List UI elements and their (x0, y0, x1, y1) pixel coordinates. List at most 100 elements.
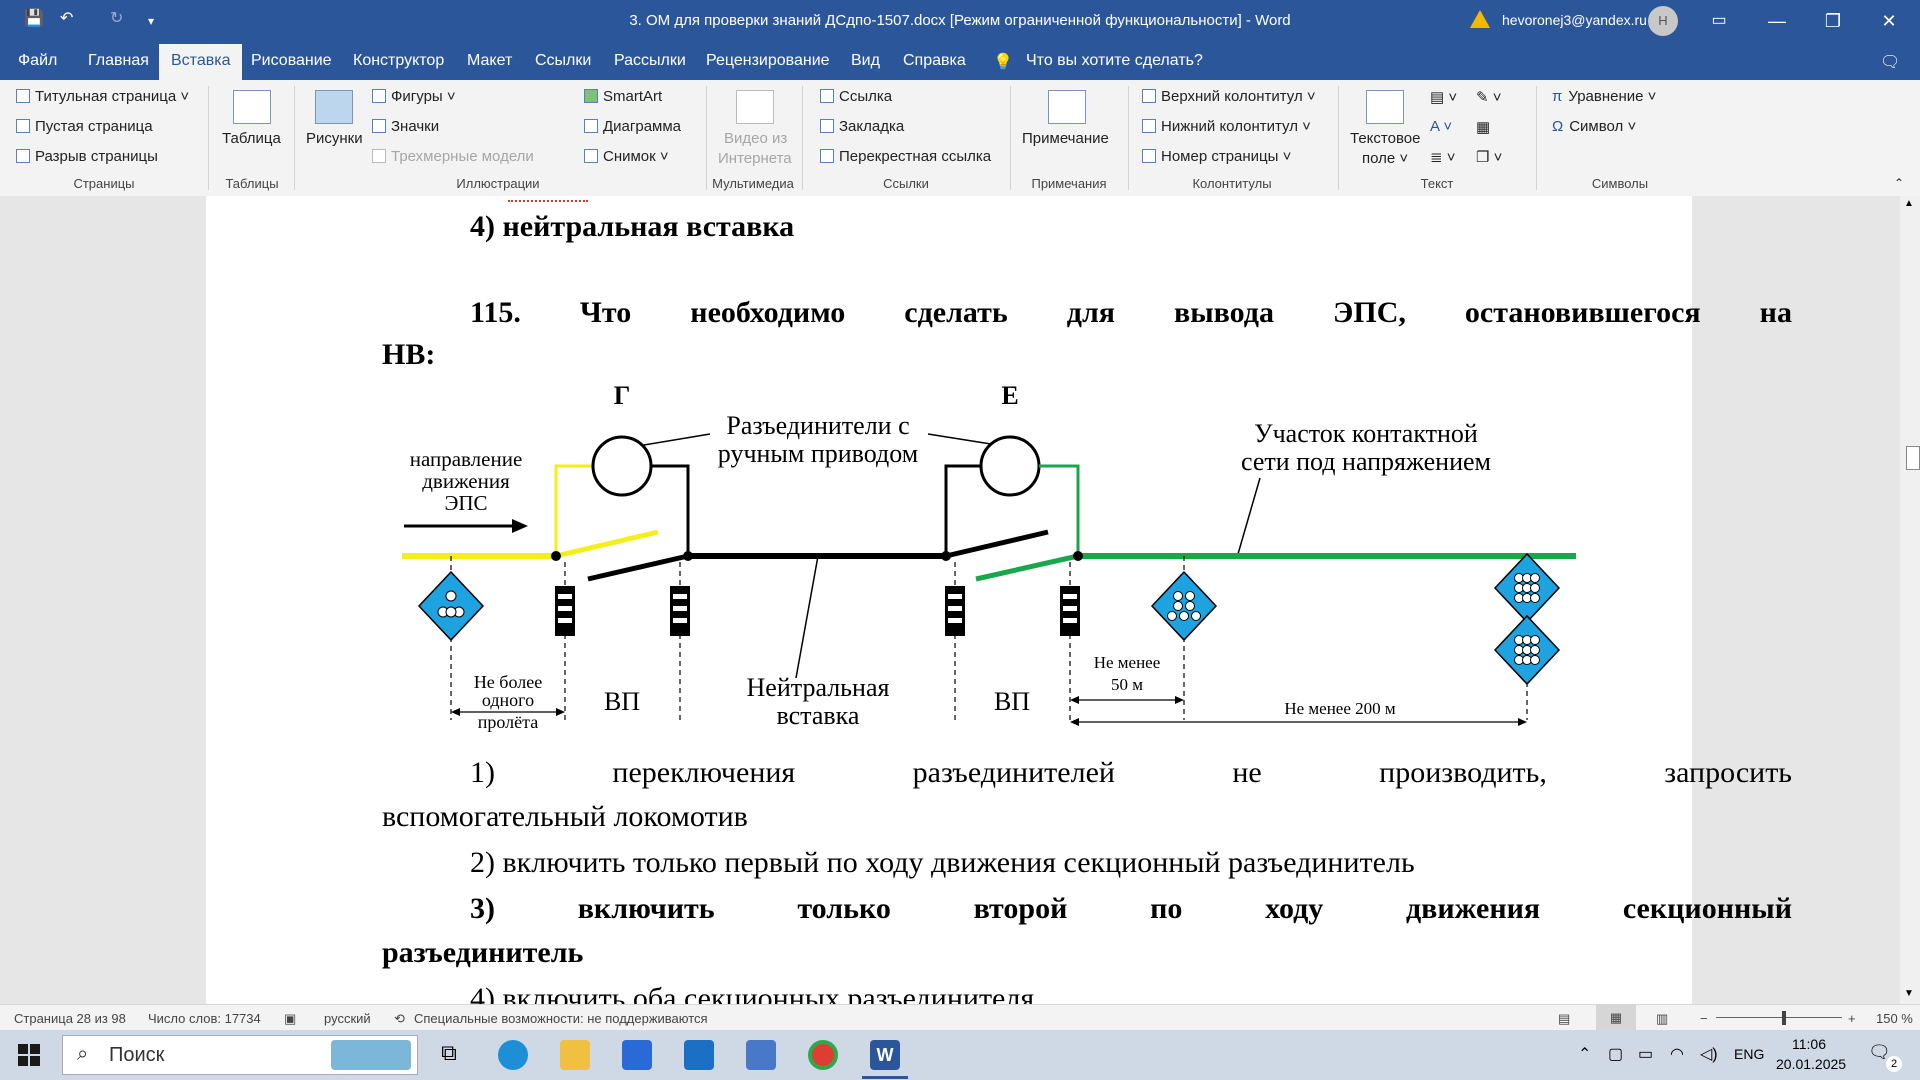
arrow-icon (512, 519, 528, 533)
blank-page-button[interactable]: Пустая страница (16, 118, 153, 135)
tray-chevron-icon[interactable]: ⌃ (1578, 1044, 1591, 1064)
read-mode-icon[interactable]: ▤ (1558, 1011, 1570, 1027)
answer-3-line-1: 3) включить только второй по ходу движен… (470, 892, 1792, 925)
comments-icon[interactable]: 🗨 (1880, 52, 1900, 72)
mail-icon[interactable] (684, 1040, 714, 1070)
online-video-label-1[interactable]: Видео из (724, 130, 787, 147)
collapse-ribbon-icon[interactable]: ⌃ (1894, 176, 1904, 190)
signature-line-icon[interactable]: ✎ ˅ (1476, 88, 1502, 106)
search-icon: ⌕ (77, 1043, 89, 1065)
cross-reference-button[interactable]: Перекрестная ссылка (820, 148, 991, 165)
drop-cap-icon[interactable]: ≣ ˅ (1430, 148, 1456, 166)
vertical-scrollbar[interactable]: ▲ ▼ (1900, 196, 1920, 1004)
scrollbar-thumb[interactable] (1906, 446, 1920, 470)
tell-me-search[interactable]: Что вы хотите сделать? (1026, 52, 1203, 70)
group-label-links: Ссылки (883, 176, 929, 191)
taskbar-search[interactable]: ⌕ Поиск (62, 1035, 418, 1075)
proofing-icon[interactable]: ▣ (284, 1011, 296, 1027)
meet-icon[interactable]: ▢ (1608, 1044, 1623, 1064)
print-layout-icon[interactable]: ▦ (1596, 1005, 1636, 1031)
disconnectors-label-1: Разъединители с (726, 411, 909, 440)
store-icon[interactable] (622, 1040, 652, 1070)
vp-right-label: ВП (994, 687, 1030, 716)
scroll-down-icon[interactable]: ▼ (1904, 988, 1914, 999)
edge-icon[interactable] (498, 1040, 528, 1070)
zoom-level[interactable]: 150 % (1876, 1011, 1913, 1026)
task-view-icon[interactable]: ⧉ (434, 1040, 464, 1070)
tab-references[interactable]: Ссылки (535, 52, 591, 70)
tab-file[interactable]: Файл (18, 52, 57, 70)
tab-draw[interactable]: Рисование (251, 52, 332, 70)
icons-button[interactable]: Значки (372, 118, 439, 135)
page-counter[interactable]: Страница 28 из 98 (14, 1011, 126, 1026)
input-language[interactable]: ENG (1734, 1046, 1764, 1062)
file-explorer-icon[interactable] (560, 1040, 590, 1070)
page-break-button[interactable]: Разрыв страницы (16, 148, 158, 165)
wifi-icon[interactable]: ◠ (1670, 1044, 1684, 1064)
word-count[interactable]: Число слов: 17734 (148, 1011, 261, 1026)
quick-parts-icon[interactable]: ▤ ˅ (1430, 88, 1457, 106)
bookmark-button[interactable]: Закладка (820, 118, 904, 135)
smartart-button[interactable]: SmartArt (584, 88, 662, 105)
table-button[interactable]: Таблица (222, 130, 281, 147)
chart-button[interactable]: Диаграмма (584, 118, 681, 135)
tab-design[interactable]: Конструктор (353, 52, 444, 70)
ribbon-display-icon[interactable]: ▭ (1696, 4, 1742, 38)
battery-icon[interactable]: ▭ (1638, 1044, 1653, 1064)
text-box-label-2[interactable]: поле ˅ (1362, 150, 1408, 167)
3d-models-button[interactable]: Трехмерные модели (372, 148, 534, 165)
symbol-button[interactable]: Ω Символ ˅ (1552, 118, 1636, 135)
maximize-button[interactable]: ❐ (1810, 4, 1856, 38)
zoom-slider[interactable] (1716, 1017, 1842, 1018)
screenshot-button[interactable]: Снимок ˅ (584, 148, 669, 165)
pictures-button[interactable]: Рисунки (306, 130, 363, 147)
language-indicator[interactable]: русский (324, 1011, 371, 1026)
word-icon[interactable]: W (870, 1040, 900, 1070)
account-name[interactable]: hevoronej3@yandex.ru (1502, 12, 1647, 28)
avatar[interactable]: H (1648, 6, 1678, 36)
volume-icon[interactable]: ◁) (1700, 1044, 1718, 1064)
equation-button[interactable]: π Уравнение ˅ (1552, 88, 1656, 105)
clock-date[interactable]: 20.01.2025 (1776, 1056, 1846, 1072)
group-label-symbols: Символы (1591, 176, 1649, 191)
zoom-in-icon[interactable]: + (1848, 1011, 1856, 1026)
neutral-section-label-2: вставка (777, 701, 860, 730)
min-50m-label-2: 50 м (1111, 675, 1143, 694)
search-placeholder: Поиск (109, 1044, 165, 1066)
windows-start-icon[interactable] (18, 1044, 40, 1066)
shapes-button[interactable]: Фигуры ˅ (372, 88, 456, 105)
close-button[interactable]: ✕ (1866, 4, 1912, 38)
scroll-up-icon[interactable]: ▲ (1904, 198, 1914, 209)
chrome-icon[interactable] (808, 1040, 838, 1070)
tab-mailings[interactable]: Рассылки (614, 52, 686, 70)
text-box-label-1[interactable]: Текстовое (1350, 130, 1420, 147)
minimize-button[interactable]: — (1754, 4, 1800, 38)
clock-time[interactable]: 11:06 (1792, 1036, 1826, 1052)
online-video-label-2[interactable]: Интернета (718, 150, 792, 167)
answer-4: 4) включить оба секционных разъединителя (470, 982, 1035, 1004)
footer-icon (1142, 119, 1156, 133)
footer-button[interactable]: Нижний колонтитул ˅ (1142, 118, 1311, 135)
object-icon[interactable]: ❐ ˅ (1476, 148, 1502, 166)
tab-view[interactable]: Вид (851, 52, 880, 70)
header-button[interactable]: Верхний колонтитул ˅ (1142, 88, 1316, 105)
tab-layout[interactable]: Макет (467, 52, 512, 70)
web-layout-icon[interactable]: ▥ (1656, 1011, 1668, 1027)
link-button[interactable]: Ссылка (820, 88, 892, 105)
zoom-slider-thumb[interactable] (1782, 1011, 1786, 1025)
title-bar: 💾 ↶ ↻ ▾ 3. ОМ для проверки знаний ДСдпо-… (0, 0, 1920, 42)
tab-review[interactable]: Рецензирование (706, 52, 830, 70)
group-label-header-footer: Колонтитулы (1192, 176, 1272, 191)
zoom-out-icon[interactable]: − (1700, 1011, 1708, 1026)
tab-help[interactable]: Справка (903, 52, 966, 70)
page-number-button[interactable]: Номер страницы ˅ (1142, 148, 1291, 165)
accessibility-status[interactable]: Специальные возможности: не поддерживают… (414, 1011, 708, 1026)
new-comment-button[interactable]: Примечание (1022, 130, 1109, 147)
app-icon[interactable] (746, 1040, 776, 1070)
date-time-icon[interactable]: ▦ (1476, 118, 1490, 136)
tab-insert[interactable]: Вставка (159, 44, 243, 80)
taskbar: ⌕ Поиск ⧉ W ⌃ ▢ ▭ ◠ ◁) ENG 11:06 20.01.2… (0, 1030, 1920, 1080)
tab-home[interactable]: Главная (88, 52, 149, 70)
cover-page-button[interactable]: Титульная страница ˅ (16, 88, 189, 105)
wordart-icon[interactable]: A ˅ (1430, 118, 1452, 135)
